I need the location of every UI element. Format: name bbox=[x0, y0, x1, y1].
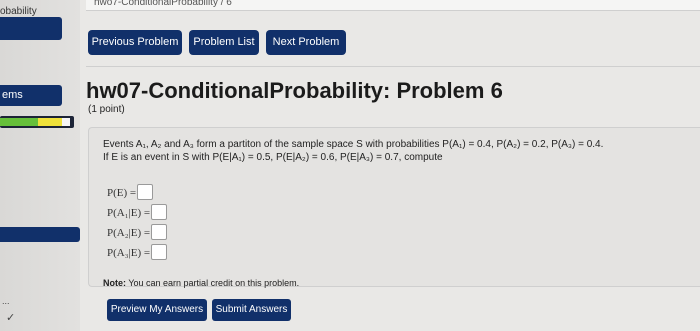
answer-row-pa1e: P(A₁|E) = bbox=[107, 203, 168, 221]
sidebar-item-course[interactable] bbox=[0, 17, 62, 40]
answer-label: P(A₃|E) = bbox=[107, 247, 151, 259]
answer-row-pa3e: P(A₃|E) = bbox=[107, 243, 168, 261]
answer-row-pa2e: P(A₂|E) = bbox=[107, 223, 168, 241]
problem-text-line-2: If E is an event in S with P(E|A₁) = 0.5… bbox=[103, 152, 443, 163]
breadcrumb: hwo7-ConditionalProbability / 6 bbox=[86, 0, 700, 11]
sidebar-course-title: obability bbox=[0, 6, 37, 17]
answer-label: P(A₁|E) = bbox=[107, 207, 151, 219]
header-divider bbox=[86, 66, 700, 67]
answer-label: P(A₂|E) = bbox=[107, 227, 151, 239]
previous-problem-button[interactable]: Previous Problem bbox=[88, 30, 182, 55]
answer-row-pe: P(E) = bbox=[107, 183, 154, 201]
progress-partial-segment bbox=[38, 118, 62, 126]
answer-input-pa2e[interactable] bbox=[151, 223, 168, 240]
sidebar-item-active[interactable] bbox=[0, 227, 80, 242]
submit-answers-button[interactable]: Submit Answers bbox=[212, 299, 291, 321]
problem-text: Events A₁, A₂ and A₃ form a partiton of … bbox=[103, 138, 603, 164]
next-problem-button[interactable]: Next Problem bbox=[266, 30, 346, 55]
answer-label: P(E) = bbox=[107, 187, 137, 199]
problem-list-button[interactable]: Problem List bbox=[189, 30, 259, 55]
points-label: (1 point) bbox=[88, 104, 125, 115]
answer-input-pa3e[interactable] bbox=[151, 243, 168, 260]
partial-credit-note: Note: You can earn partial credit on thi… bbox=[103, 278, 299, 288]
progress-unattempted-segment bbox=[62, 118, 70, 126]
problem-text-line-1: Events A₁, A₂ and A₃ form a partiton of … bbox=[103, 139, 604, 150]
note-text: You can earn partial credit on this prob… bbox=[126, 278, 300, 288]
sidebar: obability ems ... ✓ bbox=[0, 0, 80, 331]
progress-correct-segment bbox=[0, 118, 38, 126]
sidebar-more-indicator: ... bbox=[2, 296, 10, 306]
preview-answers-button[interactable]: Preview My Answers bbox=[107, 299, 207, 321]
note-label: Note: bbox=[103, 278, 126, 288]
answer-input-pe[interactable] bbox=[137, 183, 154, 200]
problem-progress-bar bbox=[0, 116, 74, 128]
answer-input-pa1e[interactable] bbox=[151, 203, 168, 220]
check-icon: ✓ bbox=[6, 312, 16, 324]
sidebar-item-problems[interactable]: ems bbox=[0, 85, 62, 106]
problem-body: Events A₁, A₂ and A₃ form a partiton of … bbox=[88, 127, 700, 288]
page-title: hw07-ConditionalProbability: Problem 6 bbox=[86, 78, 503, 103]
